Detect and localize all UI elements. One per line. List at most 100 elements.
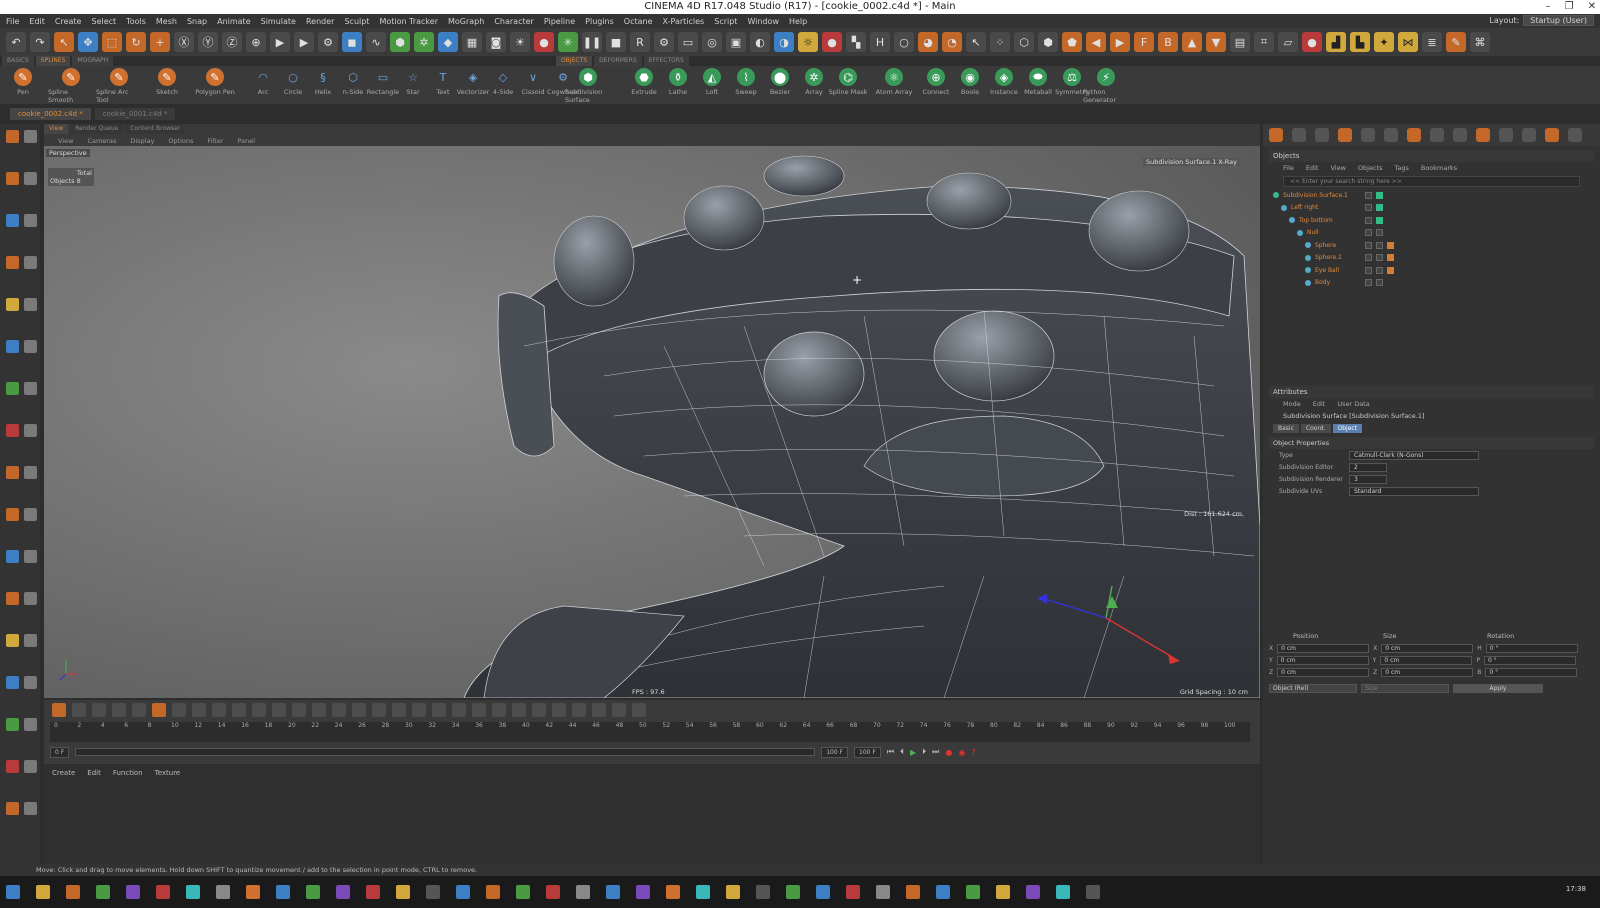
manager-tool-icon[interactable]: [1338, 128, 1352, 142]
tab-render-queue[interactable]: Render Queue: [70, 124, 124, 134]
taskbar-app-icon[interactable]: [576, 885, 590, 899]
connect-icon[interactable]: ⋈: [1398, 32, 1418, 52]
viewport-menu-panel[interactable]: Panel: [238, 137, 256, 145]
taskbar-app-icon[interactable]: [486, 885, 500, 899]
viewport-menu-display[interactable]: Display: [130, 137, 154, 145]
tab-content-browser[interactable]: Content Browser: [125, 124, 186, 134]
manager-tool-icon[interactable]: [1499, 128, 1513, 142]
mode-tool-icon[interactable]: [24, 382, 37, 395]
taskbar-app-icon[interactable]: [156, 885, 170, 899]
timeline-tool-icon[interactable]: [412, 703, 426, 717]
scale-icon[interactable]: ⬚: [102, 32, 122, 52]
manager-tool-icon[interactable]: [1430, 128, 1444, 142]
taskbar-app-icon[interactable]: [246, 885, 260, 899]
taskbar-app-icon[interactable]: [216, 885, 230, 899]
taskbar-app-icon[interactable]: [606, 885, 620, 899]
manager-tool-icon[interactable]: [1315, 128, 1329, 142]
object-row[interactable]: Sphere.1: [1269, 252, 1594, 265]
tool-spline-arc-tool[interactable]: ✎ Spline Arc Tool: [96, 68, 142, 104]
mode-tool-icon[interactable]: [6, 676, 19, 689]
stop-icon[interactable]: ■: [606, 32, 626, 52]
menu-pipeline[interactable]: Pipeline: [544, 17, 575, 26]
model-mode-icon[interactable]: ⬟: [1062, 32, 1082, 52]
z-axis-icon[interactable]: Ⓩ: [222, 32, 242, 52]
objects-menu-objects[interactable]: Objects: [1358, 164, 1383, 172]
enable-toggle[interactable]: [1376, 191, 1383, 199]
object-row[interactable]: Eye Ball: [1269, 264, 1594, 277]
taskbar-app-icon[interactable]: [366, 885, 380, 899]
tab-view[interactable]: View: [44, 124, 69, 134]
hdr-icon[interactable]: H: [870, 32, 890, 52]
timeline-tool-icon[interactable]: [332, 703, 346, 717]
mode-tool-icon[interactable]: [6, 550, 19, 563]
enable-toggle[interactable]: [1376, 229, 1383, 237]
timeline-tool-icon[interactable]: [432, 703, 446, 717]
go-to-start-icon[interactable]: ⏮: [887, 747, 894, 757]
taskbar-app-icon[interactable]: [846, 885, 860, 899]
manager-tool-icon[interactable]: [1292, 128, 1306, 142]
manager-tool-icon[interactable]: [1407, 128, 1421, 142]
mode-tool-icon[interactable]: [6, 802, 19, 815]
timeline-tool-icon[interactable]: [292, 703, 306, 717]
taskbar-app-icon[interactable]: [756, 885, 770, 899]
menu-motion-tracker[interactable]: Motion Tracker: [379, 17, 438, 26]
timeline-tool-icon[interactable]: [612, 703, 626, 717]
menu-window[interactable]: Window: [747, 17, 779, 26]
mode-tool-icon[interactable]: [6, 130, 19, 143]
tab-mograph[interactable]: MOGRAPH: [72, 56, 114, 66]
menu-plugins[interactable]: Plugins: [585, 17, 614, 26]
workplane-icon[interactable]: ▱: [1278, 32, 1298, 52]
visibility-toggle[interactable]: [1365, 229, 1372, 237]
manager-tool-icon[interactable]: [1384, 128, 1398, 142]
taskbar-app-icon[interactable]: [636, 885, 650, 899]
mode-tool-icon[interactable]: [24, 424, 37, 437]
pos-x-field[interactable]: 0 cm: [1277, 643, 1370, 653]
object-row[interactable]: Null: [1269, 227, 1594, 240]
taskbar-app-icon[interactable]: [186, 885, 200, 899]
end-frame-field-a[interactable]: 100 F: [821, 746, 848, 758]
apply-button[interactable]: Apply: [1453, 683, 1543, 693]
taskbar-app-icon[interactable]: [966, 885, 980, 899]
next-key-icon[interactable]: ⏵: [922, 747, 926, 757]
prev-key-icon[interactable]: ⏴: [900, 747, 904, 757]
taskbar-app-icon[interactable]: [516, 885, 530, 899]
timeline-tool-icon[interactable]: [592, 703, 606, 717]
render-settings-icon[interactable]: ⚙: [318, 32, 338, 52]
mode-tool-icon[interactable]: [24, 298, 37, 311]
taskbar-app-icon[interactable]: [6, 885, 20, 899]
timeline-tool-icon[interactable]: [52, 703, 66, 717]
menu-mograph[interactable]: MoGraph: [448, 17, 484, 26]
timeline-tool-icon[interactable]: [352, 703, 366, 717]
tab-splines[interactable]: SPLINES: [35, 56, 71, 66]
mode-tool-icon[interactable]: [6, 508, 19, 521]
timeline-tool-icon[interactable]: [92, 703, 106, 717]
rot-h-field[interactable]: 0 °: [1485, 643, 1578, 653]
taskbar-app-icon[interactable]: [906, 885, 920, 899]
b-icon[interactable]: B: [1158, 32, 1178, 52]
objects-menu-view[interactable]: View: [1330, 164, 1345, 172]
redo-icon[interactable]: ↷: [30, 32, 50, 52]
taskbar-app-icon[interactable]: [36, 885, 50, 899]
brush-icon[interactable]: ✎: [1446, 32, 1466, 52]
mode-tool-icon[interactable]: [24, 130, 37, 143]
minimize-icon[interactable]: –: [1546, 0, 1551, 14]
rot-p-field[interactable]: 0 °: [1483, 655, 1576, 665]
taskbar-app-icon[interactable]: [456, 885, 470, 899]
enable-toggle[interactable]: [1376, 204, 1383, 212]
manager-tool-icon[interactable]: [1568, 128, 1582, 142]
tool-spline-smooth[interactable]: ✎ Spline Smooth: [48, 68, 94, 104]
keyframe-selection-icon[interactable]: ?: [971, 748, 975, 757]
mode-tool-icon[interactable]: [24, 466, 37, 479]
taskbar-app-icon[interactable]: [1086, 885, 1100, 899]
timeline-tool-icon[interactable]: [372, 703, 386, 717]
type-dropdown[interactable]: Catmull-Clark (N-Gons): [1349, 450, 1479, 460]
enable-toggle[interactable]: [1376, 216, 1383, 224]
grid-icon[interactable]: ▚: [846, 32, 866, 52]
manager-tool-icon[interactable]: [1522, 128, 1536, 142]
viewport-menu-view[interactable]: View: [58, 137, 73, 145]
tool-spline-mask[interactable]: ⌬ Spline Mask: [825, 68, 871, 96]
menu-sculpt[interactable]: Sculpt: [344, 17, 369, 26]
timeline-tool-icon[interactable]: [272, 703, 286, 717]
timeline-tool-icon[interactable]: [172, 703, 186, 717]
enable-toggle[interactable]: [1376, 266, 1383, 274]
